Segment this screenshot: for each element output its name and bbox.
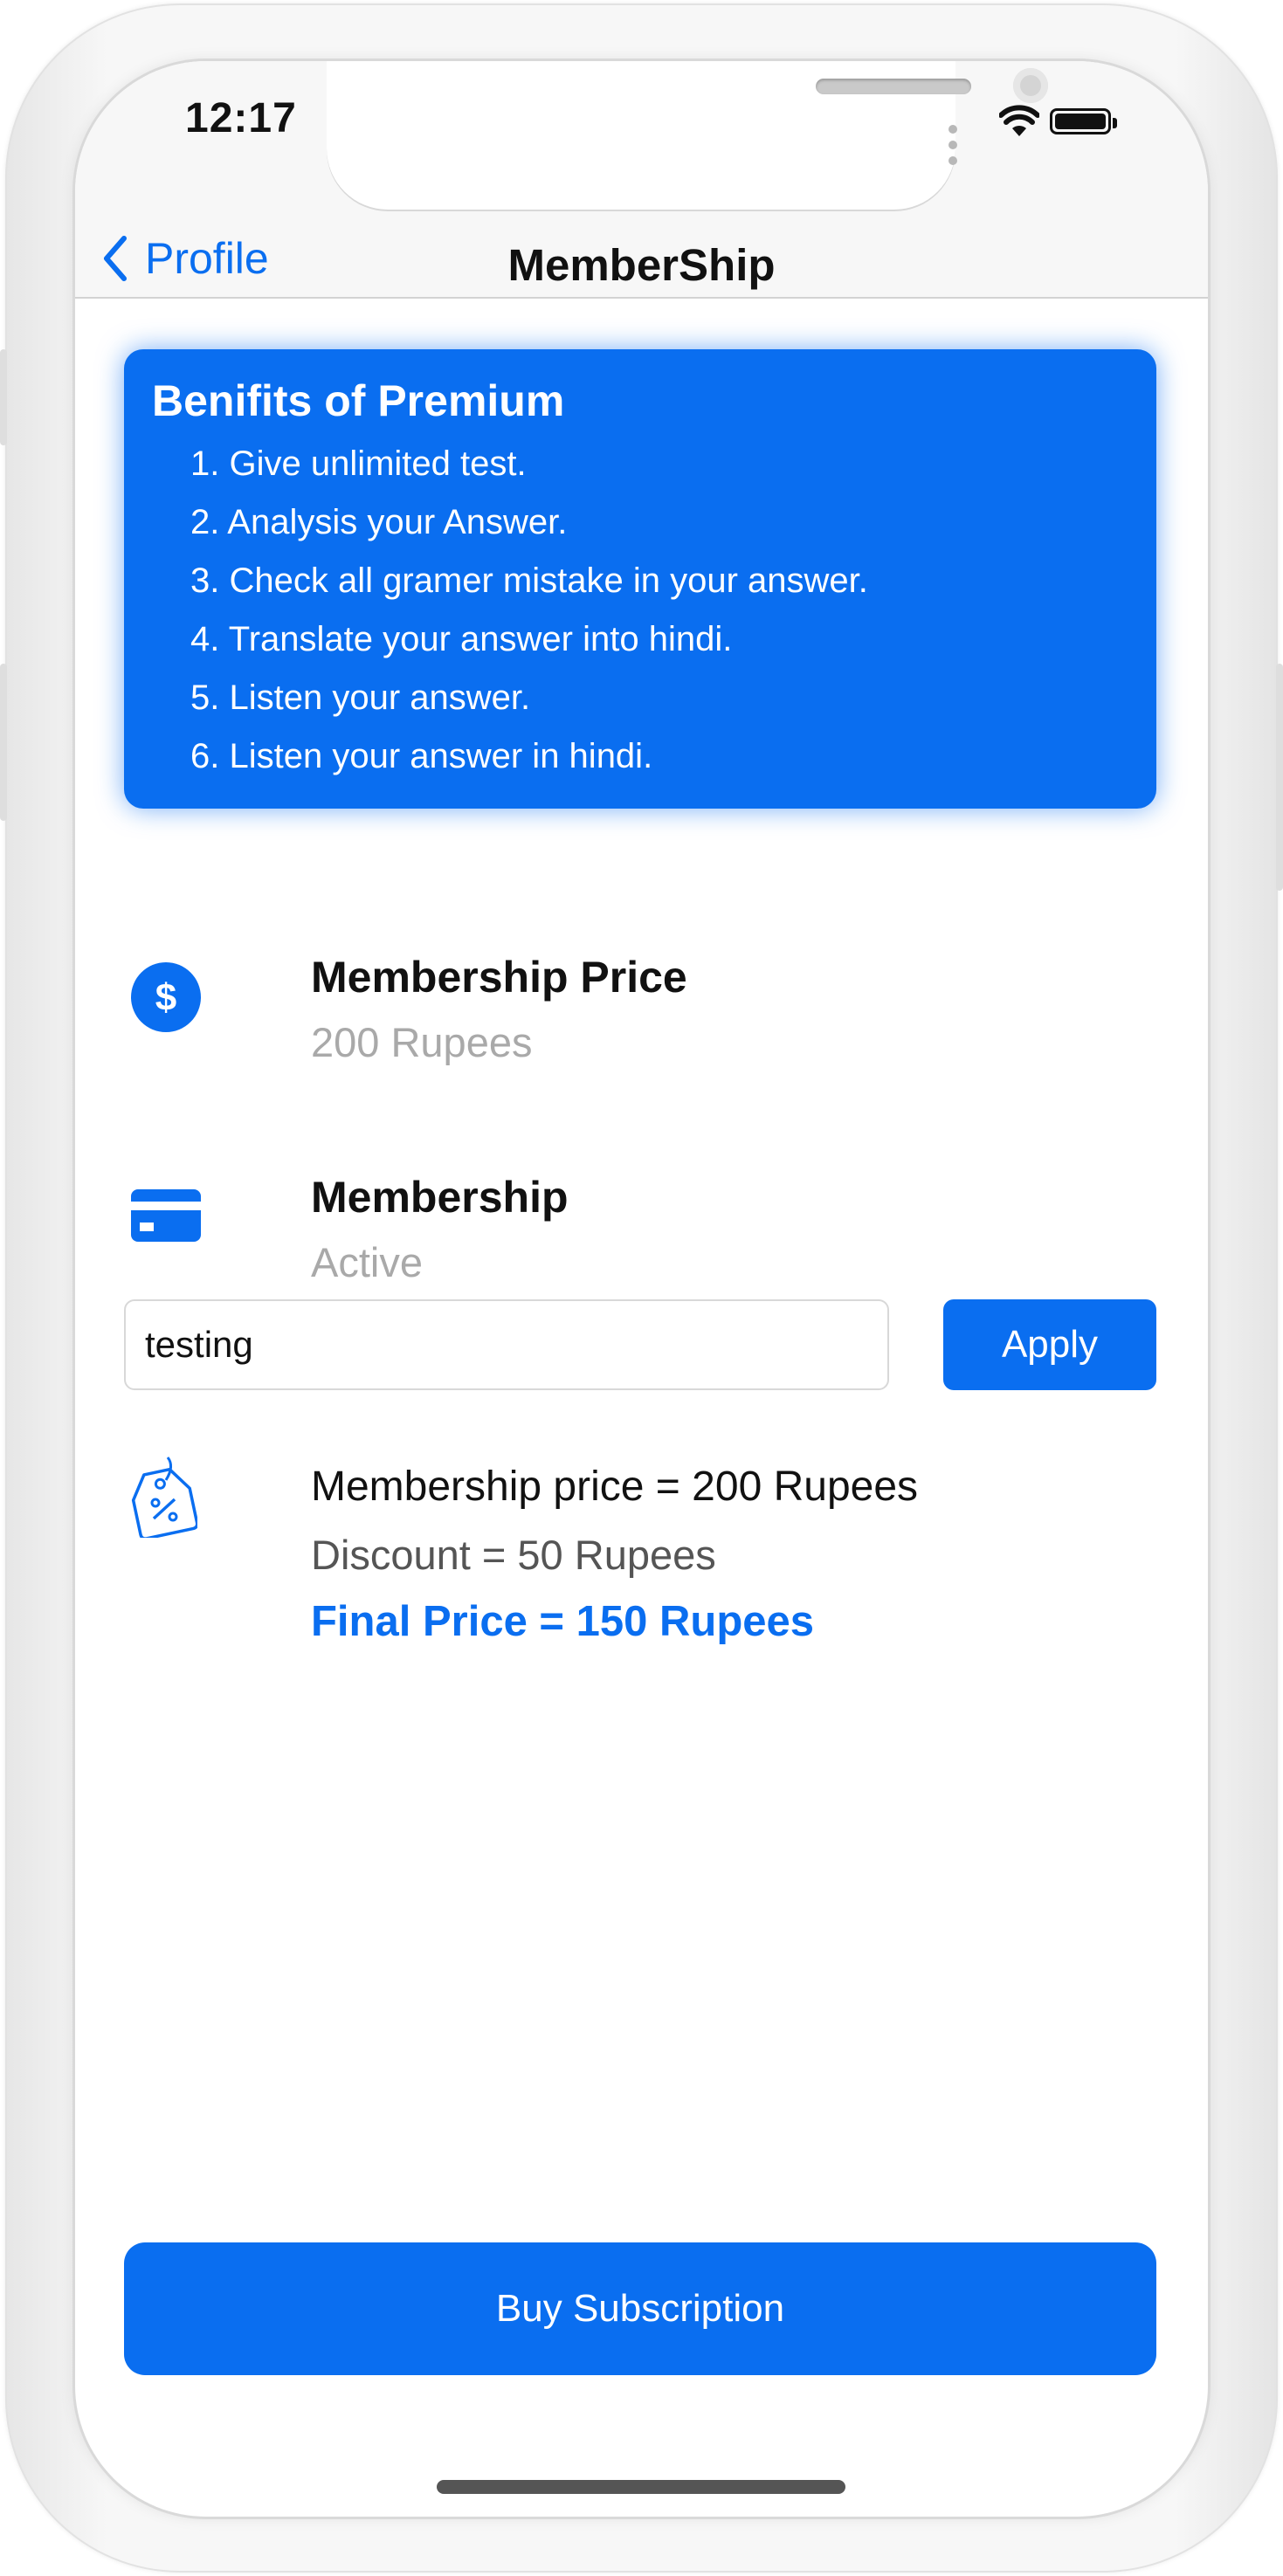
svg-text:$: $ <box>155 976 176 1019</box>
membership-status-label: Membership <box>311 1173 569 1222</box>
benefit-item: 1. Give unlimited test. <box>190 444 527 483</box>
signal-dots-icon <box>948 122 962 169</box>
status-time: 12:17 <box>185 95 297 141</box>
credit-card-icon <box>131 1189 201 1242</box>
side-button-right <box>1276 664 1283 891</box>
dollar-icon: $ <box>131 962 201 1032</box>
speaker <box>816 79 971 94</box>
coupon-input[interactable] <box>124 1299 889 1390</box>
wifi-icon <box>999 105 1039 136</box>
membership-status-value: Active <box>311 1239 423 1285</box>
navigation-bar: Profile MemberShip <box>75 218 1208 299</box>
membership-price-value: 200 Rupees <box>311 1019 533 1065</box>
home-indicator <box>437 2480 845 2494</box>
apply-button[interactable]: Apply <box>943 1299 1156 1390</box>
benefit-item: 3. Check all gramer mistake in your answ… <box>190 561 868 600</box>
membership-price-row: $ Membership Price 200 Rupees <box>124 952 1156 1065</box>
side-button-left-lower <box>0 664 7 821</box>
buy-subscription-button[interactable]: Buy Subscription <box>124 2242 1156 2375</box>
page-title: MemberShip <box>507 240 776 290</box>
price-summary: Membership price = 200 Rupees Discount =… <box>124 1457 1156 1690</box>
final-price-line: Final Price = 150 Rupees <box>311 1598 815 1645</box>
nav-divider <box>75 297 1208 299</box>
benefit-item: 2. Analysis your Answer. <box>190 503 568 541</box>
discount-line: Discount = 50 Rupees <box>311 1532 716 1578</box>
benefit-item: 4. Translate your answer into hindi. <box>190 620 733 658</box>
front-camera <box>1013 68 1048 103</box>
side-button-left <box>0 349 7 445</box>
benefits-title: Benifits of Premium <box>152 376 565 425</box>
discount-tag-icon <box>131 1457 197 1538</box>
benefits-list: 1. Give unlimited test. 2. Analysis your… <box>190 442 868 793</box>
benefit-item: 5. Listen your answer. <box>190 678 531 717</box>
notch <box>327 61 1048 210</box>
battery-icon <box>1050 108 1117 134</box>
membership-price-line: Membership price = 200 Rupees <box>311 1464 919 1510</box>
benefits-card: Benifits of Premium 1. Give unlimited te… <box>124 349 1156 809</box>
phone-screen: 12:17 Profile MemberShip Benifits of Pre… <box>75 61 1208 2517</box>
benefit-item: 6. Listen your answer in hindi. <box>190 737 653 775</box>
membership-price-label: Membership Price <box>311 953 687 1002</box>
membership-status-row: Membership Active <box>124 1172 1156 1285</box>
